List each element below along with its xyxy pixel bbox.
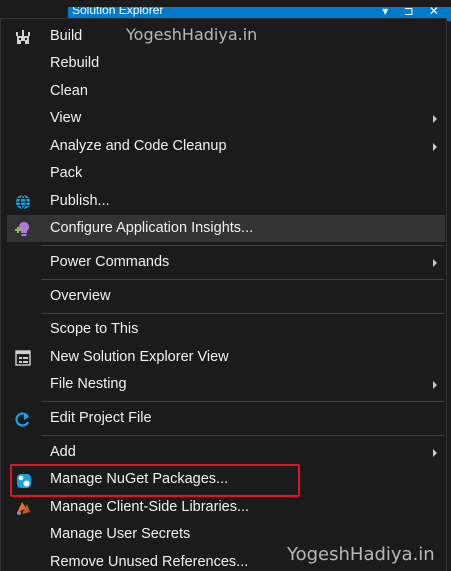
menu-separator [41, 279, 444, 280]
menu-item-label: Analyze and Code Cleanup [50, 138, 227, 154]
menu-item-label: Scope to This [50, 321, 139, 337]
menu-item-label: Pack [50, 165, 83, 181]
submenu-arrow-icon [433, 449, 437, 457]
solution-explorer-view-icon [13, 348, 33, 368]
lightbulb-plus-icon [13, 219, 33, 239]
window-controls[interactable]: ▾ ⊐ ✕ [382, 7, 445, 18]
menu-item-rebuild[interactable]: Rebuild [7, 50, 445, 77]
watermark-bottom: YogeshHadiya.in [287, 544, 435, 565]
menu-item-label: Configure Application Insights... [50, 220, 254, 236]
menu-item-label: Add [50, 444, 76, 460]
menu-item-clean[interactable]: Clean [7, 78, 445, 105]
watermark-top: YogeshHadiya.in [126, 25, 258, 44]
menu-item-view[interactable]: View [7, 105, 445, 132]
refresh-arrow-icon [13, 409, 33, 429]
library-manager-icon [13, 498, 33, 518]
menu-item-power-commands[interactable]: Power Commands [7, 249, 445, 276]
menu-item-label: Overview [50, 288, 111, 304]
menu-item-label: New Solution Explorer View [50, 349, 229, 365]
menu-item-label: Power Commands [50, 254, 170, 270]
menu-item-label: File Nesting [50, 376, 127, 392]
menu-separator [41, 401, 444, 402]
build-icon [13, 27, 33, 47]
menu-item-edit-project-file[interactable]: Edit Project File [7, 405, 445, 432]
menu-item-publish[interactable]: Publish... [7, 188, 445, 215]
menu-item-label: Clean [50, 83, 88, 99]
menu-item-scope-to-this[interactable]: Scope to This [7, 316, 445, 343]
menu-item-overview[interactable]: Overview [7, 283, 445, 310]
window-title: Solution Explorer [72, 7, 164, 17]
menu-separator [41, 313, 444, 314]
menu-item-label: Rebuild [50, 55, 100, 71]
menu-item-label: Remove Unused References... [50, 554, 249, 570]
submenu-arrow-icon [433, 259, 437, 267]
menu-separator [41, 435, 444, 436]
submenu-arrow-icon [433, 143, 437, 151]
menu-item-file-nesting[interactable]: File Nesting [7, 371, 445, 398]
menu-item-analyze-code-cleanup[interactable]: Analyze and Code Cleanup [7, 133, 445, 160]
menu-item-add[interactable]: Add [7, 439, 445, 466]
menu-item-label: Manage Client-Side Libraries... [50, 499, 250, 515]
submenu-arrow-icon [433, 115, 437, 123]
menu-item-manage-client-side-libraries[interactable]: Manage Client-Side Libraries... [7, 494, 445, 521]
menu-item-label: Publish... [50, 193, 110, 209]
nuget-highlight-callout [10, 464, 300, 497]
menu-item-new-solution-explorer-view[interactable]: New Solution Explorer View [7, 344, 445, 371]
globe-icon [13, 192, 33, 212]
menu-item-label: Edit Project File [50, 410, 152, 426]
menu-item-label: Build [50, 28, 83, 44]
submenu-arrow-icon [433, 381, 437, 389]
menu-item-label: View [50, 110, 82, 126]
menu-separator [41, 245, 444, 246]
menu-item-label: Manage User Secrets [50, 526, 191, 542]
menu-item-configure-application-insights[interactable]: Configure Application Insights... [7, 215, 445, 242]
menu-item-pack[interactable]: Pack [7, 160, 445, 187]
